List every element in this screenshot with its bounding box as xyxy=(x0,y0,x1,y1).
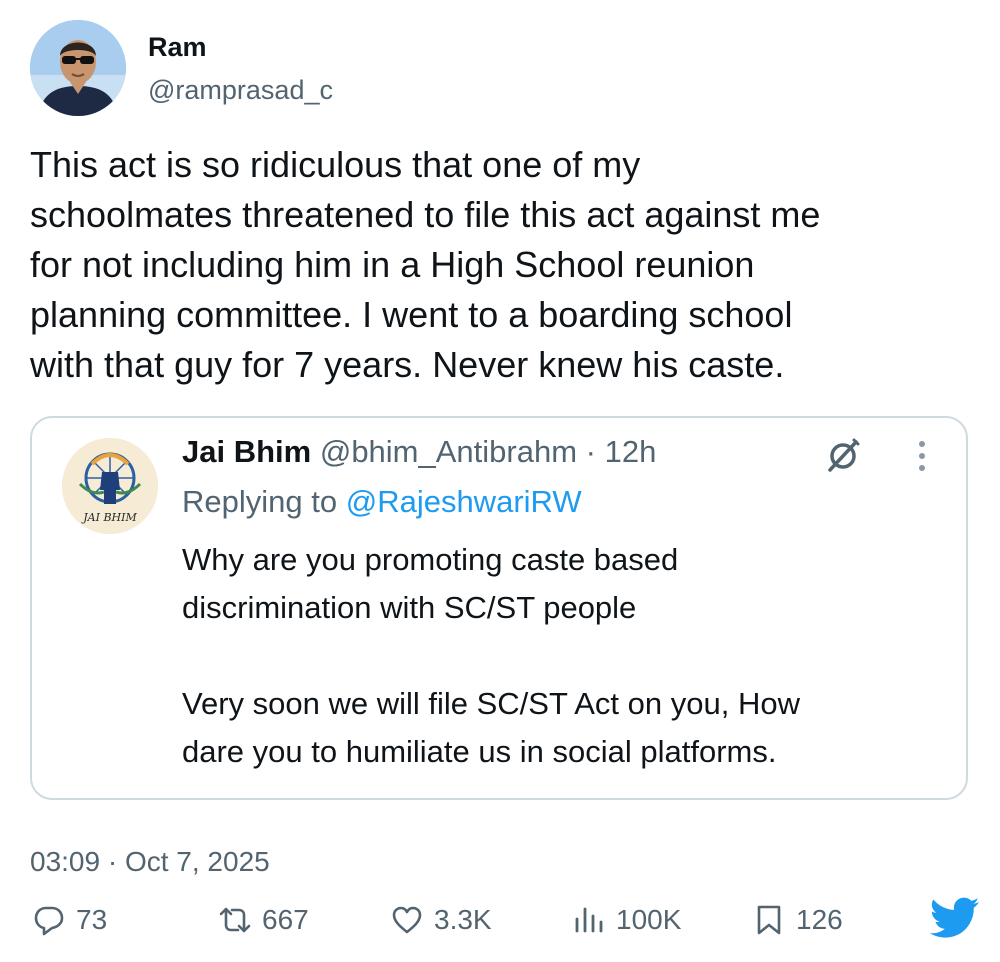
jai-bhim-logo-text: JAI BHIM xyxy=(81,511,137,524)
like-button[interactable]: 3.3K xyxy=(390,895,492,945)
bookmark-count: 126 xyxy=(796,904,843,935)
quote-header: Jai Bhim @bhim_Antibrahm · 12h xyxy=(182,432,656,472)
replying-to-line: Replying to @RajeshwariRW xyxy=(182,482,582,522)
quote-age: · 12h xyxy=(585,434,657,469)
replying-to-prefix: Replying to xyxy=(182,484,338,519)
quoted-tweet-card[interactable]: JAI BHIM Jai Bhim @bhim_Antibrahm · 12h … xyxy=(30,416,968,800)
author-avatar[interactable] xyxy=(30,20,126,116)
like-icon xyxy=(392,906,422,934)
views-icon xyxy=(575,907,603,933)
author-name[interactable]: Ram xyxy=(148,32,207,63)
repost-count: 667 xyxy=(262,904,309,935)
bookmark-button[interactable]: 126 xyxy=(752,895,843,945)
repost-icon xyxy=(219,907,251,933)
views-count: 100K xyxy=(616,904,682,935)
tweet-timestamp[interactable]: 03:09 · Oct 7, 2025 xyxy=(30,846,270,878)
jai-bhim-logo-icon: JAI BHIM xyxy=(62,438,158,534)
twitter-bird-icon xyxy=(929,896,980,940)
repost-button[interactable]: 667 xyxy=(218,895,309,945)
reply-button[interactable]: 73 xyxy=(32,895,107,945)
views-button[interactable]: 100K xyxy=(572,895,681,945)
quote-author-name[interactable]: Jai Bhim xyxy=(182,434,311,469)
quote-avatar[interactable]: JAI BHIM xyxy=(62,438,158,534)
reply-count: 73 xyxy=(76,904,108,935)
tweet-text: This act is so ridiculous that one of my… xyxy=(30,144,821,385)
quote-author-handle[interactable]: @bhim_Antibrahm xyxy=(320,434,577,469)
replying-to-mention[interactable]: @RajeshwariRW xyxy=(346,484,582,519)
author-handle[interactable]: @ramprasad_c xyxy=(148,75,333,106)
reply-icon xyxy=(34,906,64,936)
grok-icon[interactable] xyxy=(824,436,862,474)
more-icon[interactable] xyxy=(912,438,932,474)
action-bar: 73 667 3.3K 100K 126 xyxy=(0,895,1000,945)
author-avatar-image xyxy=(30,20,126,116)
quote-text: Why are you promoting caste based discri… xyxy=(182,542,800,769)
bookmark-icon xyxy=(757,905,781,935)
like-count: 3.3K xyxy=(434,904,492,935)
